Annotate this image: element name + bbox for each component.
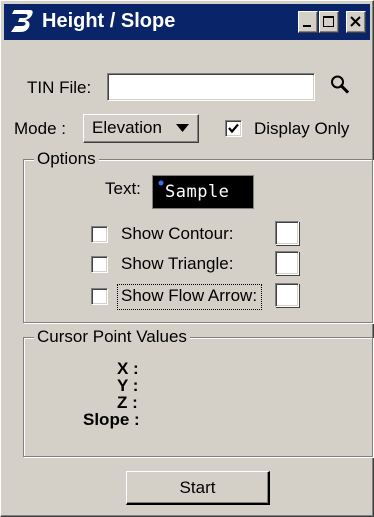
close-icon (350, 16, 361, 27)
triangle-color-swatch[interactable] (275, 251, 299, 275)
minimize-icon (303, 25, 311, 27)
sample-text: Sample (165, 182, 230, 202)
show-flow-arrow-checkbox[interactable] (91, 288, 108, 305)
triangle-down-icon (176, 124, 189, 132)
show-contour-label: Show Contour: (121, 224, 234, 243)
height-slope-dialog: Height / Slope TIN File: Mode : Elevatio… (0, 0, 374, 517)
show-contour-checkbox[interactable] (91, 226, 108, 243)
mode-selected-value: Elevation (92, 118, 162, 137)
close-button[interactable] (346, 11, 366, 33)
cursor-point-values-title: Cursor Point Values (34, 327, 190, 347)
window-title: Height / Slope (42, 10, 176, 32)
display-only-label: Display Only (254, 119, 350, 138)
cursor-point-values-group (23, 337, 373, 457)
options-group-title: Options (34, 149, 99, 169)
color-dot-icon (158, 180, 164, 186)
flow-arrow-color-swatch[interactable] (275, 283, 299, 307)
show-triangle-label: Show Triangle: (121, 254, 234, 273)
start-button-label: Start (179, 478, 216, 497)
text-sample-preview[interactable]: Sample (152, 175, 254, 209)
title-bar[interactable]: Height / Slope (4, 4, 370, 40)
checkmark-icon (228, 123, 239, 134)
magnifier-icon[interactable] (329, 73, 351, 97)
minimize-button[interactable] (298, 11, 318, 33)
mode-label: Mode : (14, 119, 66, 138)
show-flow-arrow-label: Show Flow Arrow: (121, 286, 258, 305)
contour-color-swatch[interactable] (275, 221, 299, 245)
tin-file-label: TIN File: (27, 78, 92, 97)
app-logo-icon (11, 10, 33, 32)
text-label: Text: (105, 179, 141, 198)
display-only-checkbox[interactable] (225, 120, 242, 137)
maximize-icon (323, 16, 334, 27)
show-triangle-checkbox[interactable] (91, 256, 108, 273)
tin-file-input[interactable] (107, 73, 315, 101)
start-button[interactable]: Start (126, 471, 270, 505)
slope-label: Slope : (83, 410, 140, 429)
maximize-button[interactable] (319, 11, 339, 33)
mode-dropdown[interactable]: Elevation (83, 114, 199, 143)
